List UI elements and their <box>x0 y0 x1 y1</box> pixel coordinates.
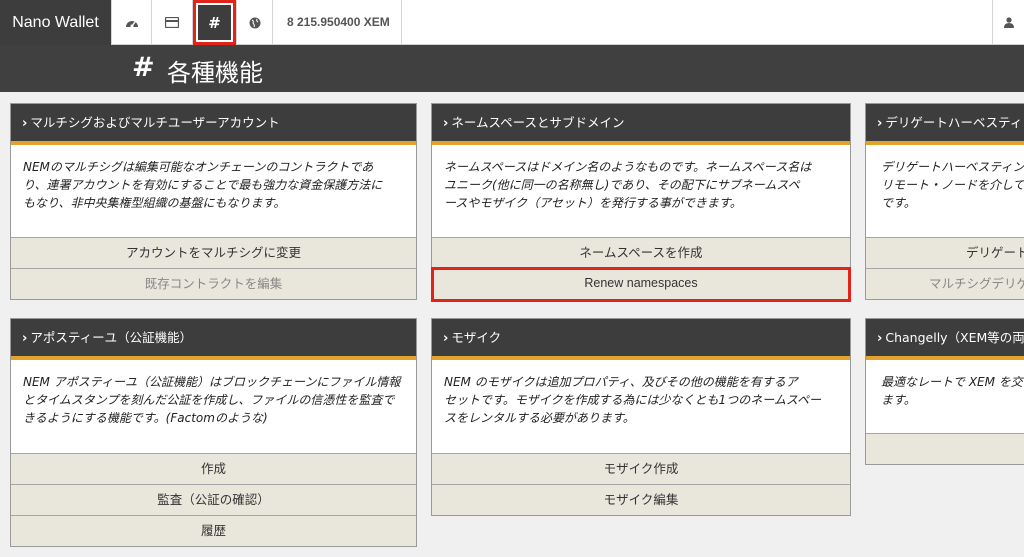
panel-title: ネームスペースとサブドメイン <box>451 115 625 130</box>
description-line: きるようにする機能です。(Factomのような) <box>23 411 268 425</box>
multisig-delegated-button[interactable]: マルチシグデリゲ <box>866 268 1024 299</box>
nav-dashboard-button[interactable] <box>111 0 152 45</box>
description-line: ます。 <box>881 393 916 407</box>
edit-mosaic-button[interactable]: モザイク編集 <box>432 484 850 515</box>
nav-user-button[interactable] <box>992 0 1024 45</box>
brand-logo[interactable]: Nano Wallet <box>0 0 111 45</box>
page-title: 各種機能 <box>167 59 263 87</box>
description-line: デリゲートハーベスティングは <box>881 160 1024 174</box>
description-line: NEM のモザイクは追加プロパティ、及びその他の機能を有するア <box>444 375 798 389</box>
panel-header: › モザイク <box>432 319 850 360</box>
chevron-right-icon: › <box>877 331 883 346</box>
description-line: NEM アポスティーユ（公証機能）はブロックチェーンにファイル情報 <box>23 375 401 389</box>
changelly-button[interactable] <box>866 433 1024 464</box>
apostille-history-button[interactable]: 履歴 <box>11 515 416 546</box>
delegated-account-button[interactable]: デリゲートア <box>866 237 1024 268</box>
description-line: リモート・ノードを介して「 <box>881 178 1024 192</box>
panel-title: デリゲートハーベスティング <box>885 115 1024 130</box>
description-line: ネームスペースはドメイン名のようなものです。ネームスペース名は <box>444 160 812 174</box>
panel-changelly: › Changelly（XEM等の両替 最適なレートで XEM を交 ます。 <box>865 318 1024 465</box>
create-apostille-button[interactable]: 作成 <box>11 453 416 484</box>
nav-services-button[interactable]: # <box>193 0 236 45</box>
description-line: スをレンタルする必要があります。 <box>444 411 635 425</box>
description-line: ユニーク(他に同一の名称無し)であり、その配下にサブネームスペ <box>444 178 800 192</box>
chevron-right-icon: › <box>22 331 28 346</box>
globe-icon <box>249 17 260 28</box>
panel-delegated-harvesting: ›デリゲートハーベスティング デリゲートハーベスティングは リモート・ノードを介… <box>865 103 1024 300</box>
user-icon <box>1003 17 1014 28</box>
panel-title: マルチシグおよびマルチユーザーアカウント <box>30 115 280 130</box>
dashboard-icon <box>125 20 138 27</box>
description-line: 最適なレートで XEM を交 <box>881 375 1023 389</box>
panel-header: ›デリゲートハーベスティング <box>866 104 1024 145</box>
hash-icon: # <box>198 5 231 40</box>
nav-accounts-button[interactable] <box>152 0 193 45</box>
panel-header: › アポスティーユ（公証機能） <box>11 319 416 360</box>
create-mosaic-button[interactable]: モザイク作成 <box>432 453 850 484</box>
description-line: です。 <box>881 196 916 210</box>
chevron-right-icon: › <box>443 116 449 131</box>
edit-contract-button[interactable]: 既存コントラクトを編集 <box>11 268 416 299</box>
chevron-right-icon: › <box>443 331 449 346</box>
chevron-right-icon: › <box>877 116 883 131</box>
convert-to-multisig-button[interactable]: アカウントをマルチシグに変更 <box>11 237 416 268</box>
panel-title: Changelly（XEM等の両替 <box>885 330 1024 345</box>
hash-icon: # <box>132 52 155 83</box>
panel-header: › ネームスペースとサブドメイン <box>432 104 850 145</box>
panel-description: ネームスペースはドメイン名のようなものです。ネームスペース名は ユニーク(他に同… <box>432 145 850 212</box>
renew-namespaces-button[interactable]: Renew namespaces <box>431 267 851 302</box>
description-line: り、連署アカウントを有効にすることで最も強力な資金保護方法に <box>23 178 383 192</box>
panel-header: › Changelly（XEM等の両替 <box>866 319 1024 360</box>
panel-description: NEMのマルチシグは編集可能なオンチェーンのコントラクトであ り、連署アカウント… <box>11 145 416 212</box>
panel-title: アポスティーユ（公証機能） <box>30 330 193 345</box>
description-line: ースやモザイク（アセット）を発行する事ができます。 <box>444 196 742 210</box>
description-line: NEMのマルチシグは編集可能なオンチェーンのコントラクトであ <box>23 160 374 174</box>
panel-apostille: › アポスティーユ（公証機能） NEM アポスティーユ（公証機能）はブロックチェー… <box>10 318 417 547</box>
nav-explorer-button[interactable] <box>236 0 273 45</box>
description-line: とタイムスタンプを刻んだ公証を作成し、ファイルの信憑性を監査で <box>23 393 395 407</box>
panel-title: モザイク <box>451 330 502 345</box>
panel-mosaics: › モザイク NEM のモザイクは追加プロパティ、及びその他の機能を有するア セッ… <box>431 318 851 516</box>
create-namespace-button[interactable]: ネームスペースを作成 <box>432 237 850 268</box>
panel-namespaces: › ネームスペースとサブドメイン ネームスペースはドメイン名のようなものです。ネー… <box>431 103 851 302</box>
panel-description: 最適なレートで XEM を交 ます。 <box>866 360 1024 409</box>
chevron-right-icon: › <box>22 116 28 131</box>
audit-apostille-button[interactable]: 監査（公証の確認） <box>11 484 416 515</box>
description-line: セットです。モザイクを作成する為には少なくとも1つのネームスペー <box>444 393 821 407</box>
panel-description: NEM のモザイクは追加プロパティ、及びその他の機能を有するア セットです。モザ… <box>432 360 850 427</box>
panel-description: デリゲートハーベスティングは リモート・ノードを介して「 です。 <box>866 145 1024 212</box>
balance-display: 8 215.950400 XEM <box>273 0 402 45</box>
top-navbar: Nano Wallet # 8 215.950400 XEM <box>0 0 1024 45</box>
card-icon <box>165 17 179 28</box>
page-title-banner: # 各種機能 <box>0 45 1024 92</box>
panel-description: NEM アポスティーユ（公証機能）はブロックチェーンにファイル情報 とタイムスタ… <box>11 360 416 427</box>
panel-multisig: › マルチシグおよびマルチユーザーアカウント NEMのマルチシグは編集可能なオンチ… <box>10 103 417 300</box>
description-line: もなり、非中央集権型組織の基盤にもなります。 <box>23 196 286 210</box>
panel-header: › マルチシグおよびマルチユーザーアカウント <box>11 104 416 145</box>
